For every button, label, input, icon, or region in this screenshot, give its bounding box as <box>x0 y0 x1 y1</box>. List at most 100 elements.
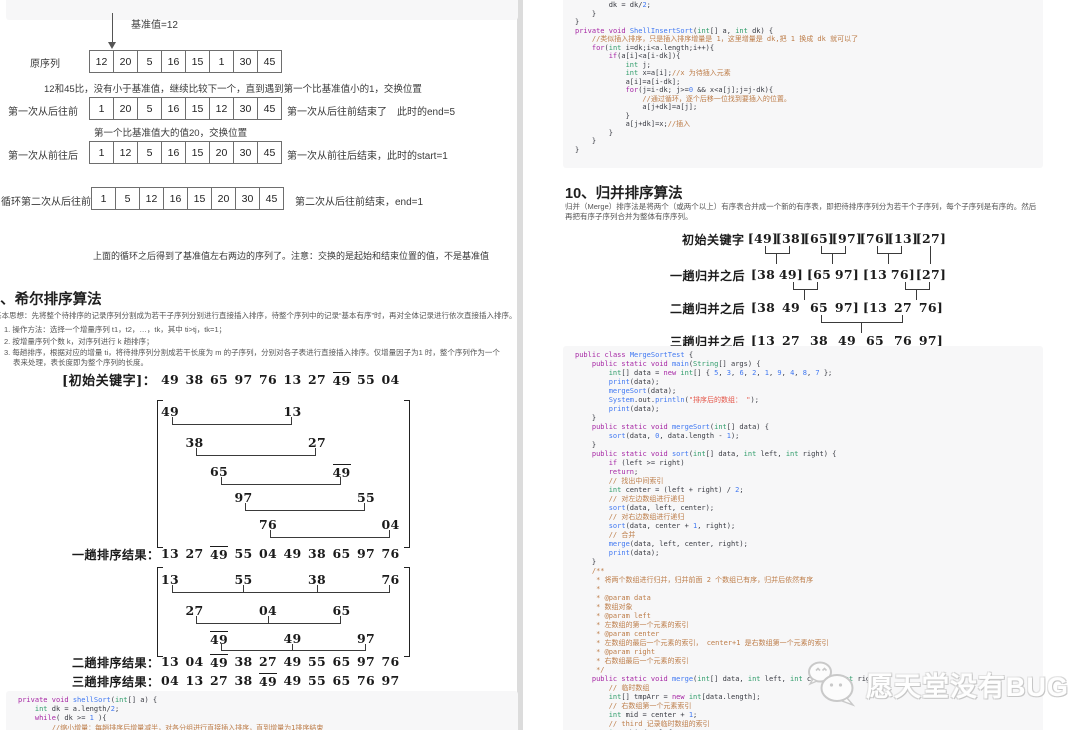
row-label: 第一次从前往后 <box>8 151 78 162</box>
connector-drop <box>916 289 917 300</box>
figure-number: 97] <box>834 300 860 315</box>
array-cell: 16 <box>161 141 186 164</box>
figure-number: 65 <box>332 546 351 561</box>
figure-number: 49 <box>283 654 302 669</box>
connector-tick <box>317 585 318 593</box>
merge-row-pass1: [38 49] [65 97] [13 76] [27] <box>0 267 1080 282</box>
array-cell: 5 <box>137 141 162 164</box>
array-cell: 15 <box>185 50 210 73</box>
figure-number: 97 <box>234 372 253 387</box>
shell-steps: 1. 操作方法：选择一个增量序列 t1，t2，…，tk，其中 ti>tj，tk=… <box>4 325 507 370</box>
merge-connector <box>821 246 846 254</box>
merge-connector <box>765 246 790 254</box>
figure-number: 49] <box>778 267 804 282</box>
figure-number: 76] <box>918 300 944 315</box>
array-cell: 20 <box>113 50 138 73</box>
connector-tick <box>292 644 293 651</box>
group-connector <box>172 585 390 593</box>
pivot-label: 基准值=12 <box>131 20 178 31</box>
figure-number: [13] <box>887 231 919 246</box>
figure-number: 27 <box>308 372 326 387</box>
figure-caption: 12和45比，没有小于基准值，继续比较下一个，直到遇到第一个比基准值小的1，交换… <box>44 84 422 95</box>
array-cell: 1 <box>209 50 234 73</box>
pair-connector <box>221 477 341 485</box>
sequence-row: 1 12 5 16 15 20 30 45 <box>89 141 282 164</box>
row-note: 第二次从后往前结束，end=1 <box>295 197 424 208</box>
array-cell: 20 <box>211 187 236 210</box>
figure-number: 27 <box>894 300 912 315</box>
figure-number: 76 <box>357 673 375 688</box>
array-cell: 45 <box>259 187 284 210</box>
merge-connector <box>793 282 818 290</box>
array-cell: 15 <box>187 187 212 210</box>
row-label: 原序列 <box>30 59 60 70</box>
array-cell: 5 <box>115 187 140 210</box>
figure-number: 65 <box>810 300 828 315</box>
figure-number: 27 <box>185 546 204 561</box>
figure-number: [49] <box>747 231 779 246</box>
connector-drop <box>832 253 833 264</box>
array-cell: 12 <box>209 97 234 120</box>
array-cell: 30 <box>233 141 258 164</box>
figure-number: 38 <box>234 673 253 688</box>
figure-number: [27] <box>915 267 947 282</box>
wechat-cat-logo-icon <box>808 661 856 707</box>
array-cell: 45 <box>257 141 282 164</box>
figure-number: 27 <box>259 654 277 669</box>
array-cell: 1 <box>89 141 114 164</box>
pair-connector <box>245 503 365 511</box>
code-block-shellsort: private void shellSort(int[] a) { int dk… <box>6 691 518 730</box>
merge-row-pass2: [38 49 65 97] [13 27 76] <box>0 300 1080 315</box>
figure-number: 55 <box>357 372 375 387</box>
merge-connector <box>877 246 902 254</box>
array-cell: 45 <box>257 50 282 73</box>
array-cell: 12 <box>139 187 164 210</box>
row-label: 循环第二次从后往前 <box>1 197 91 208</box>
figure-number: [97] <box>831 231 863 246</box>
row-label: 第一次从后往前 <box>8 107 78 118</box>
figure-number: [38] <box>775 231 807 246</box>
array-cell: 12 <box>113 141 138 164</box>
array-cell: 45 <box>257 97 282 120</box>
array-cell: 16 <box>163 187 188 210</box>
figure-number: 04 <box>185 654 204 669</box>
array-cell: 30 <box>233 97 258 120</box>
figure-number: 13 <box>185 673 204 688</box>
figure-footer-note: 上面的循环之后得到了基准值左右两边的序列了。注意：交换的是起始和结束位置的值，不… <box>93 251 490 261</box>
figure-number: [76] <box>859 231 891 246</box>
figure-number: 65 <box>332 673 351 688</box>
figure-number: 49 <box>782 300 800 315</box>
merge-intro: 归并（Merge）排序法是将两个（或两个以上）有序表合并成一个新的有序表，即把待… <box>565 202 1037 221</box>
array-cell: 5 <box>137 97 162 120</box>
figure-number: 27 <box>210 673 228 688</box>
connector-drop <box>888 253 889 264</box>
merge-row-initial: [49] [38] [65] [97] [76] [13] [27] <box>0 231 1080 246</box>
connector-tick <box>268 616 269 624</box>
section-heading-merge: 10、归并排序算法 <box>565 186 683 202</box>
figure-number: 55 <box>308 654 326 669</box>
figure-number: 55 <box>308 673 326 688</box>
figure-number: [13 <box>862 300 888 315</box>
pair-connector <box>196 448 316 456</box>
connector-drop <box>930 246 931 264</box>
figure-number: 97 <box>357 654 375 669</box>
connector-drop <box>804 289 805 300</box>
shell-step: 3. 每趟排序，根据对应的增量 ti，将待排序列分割成若干长度为 m 的子序列，… <box>4 348 500 367</box>
array-cell: 20 <box>209 141 234 164</box>
array-cell: 12 <box>89 50 114 73</box>
array-cell: 15 <box>185 97 210 120</box>
figure-number: [27] <box>915 231 947 246</box>
figure-number: 97] <box>834 267 860 282</box>
figure-number: 76 <box>381 654 400 669</box>
array-cell: 5 <box>137 50 162 73</box>
figure-number: 65 <box>210 372 228 387</box>
sequence-row: 12 20 5 16 15 1 30 45 <box>89 50 282 73</box>
code-block-shell-insert-sort: dk = dk/2; }} private void ShellInsertSor… <box>563 0 1043 168</box>
connector-drop <box>776 253 777 264</box>
figure-number: 38 <box>308 546 326 561</box>
figure-number: 49 <box>210 546 228 562</box>
figure-number: 49 <box>259 673 277 689</box>
figure-number: 38 <box>185 372 204 387</box>
figure-number: 65 <box>332 654 351 669</box>
figure-number: 04 <box>259 546 277 561</box>
